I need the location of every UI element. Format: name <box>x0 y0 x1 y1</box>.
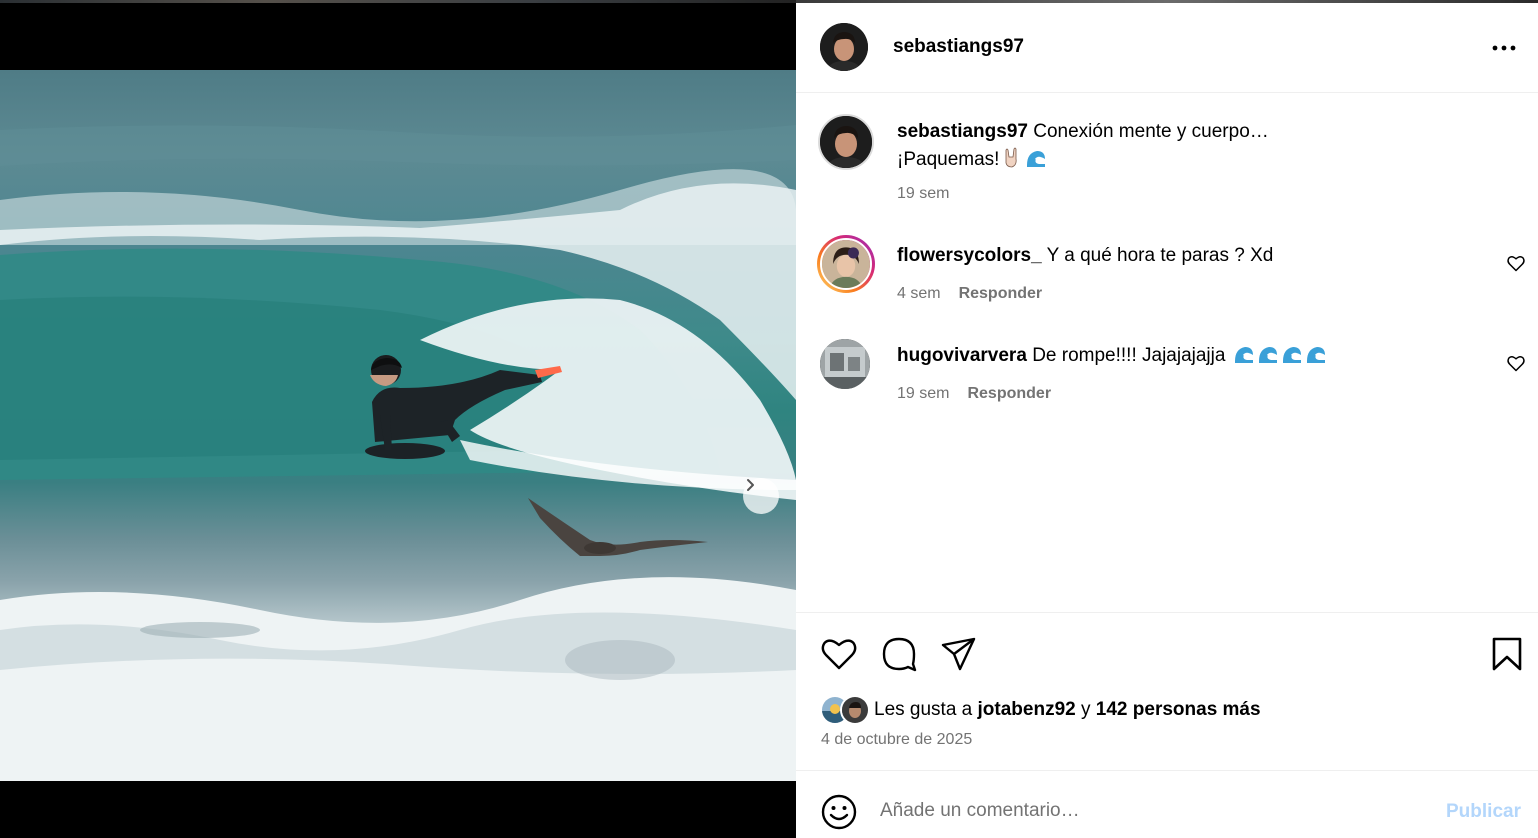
likes-joiner: y <box>1081 699 1091 720</box>
commenter-username[interactable]: hugovivarvera <box>897 345 1027 366</box>
media-viewer <box>0 0 796 838</box>
post-photo <box>0 70 796 781</box>
likes-summary: Les gusta a jotabenz92 y 142 personas má… <box>820 693 1261 727</box>
wave-emoji <box>1027 151 1046 167</box>
chevron-right-icon <box>747 479 754 491</box>
comment-like-heart-icon[interactable] <box>1506 253 1526 273</box>
sign-of-horns-emoji <box>1006 147 1018 168</box>
post-date[interactable]: 4 de octubre de 2025 <box>821 731 972 749</box>
next-image-button[interactable] <box>743 478 779 514</box>
wave-emoji <box>1306 347 1325 363</box>
caption-username[interactable]: sebastiangs97 <box>897 121 1028 142</box>
more-horizontal-icon[interactable] <box>1490 34 1518 62</box>
paper-plane-icon[interactable] <box>940 635 978 673</box>
comment-text: flowersycolors_ Y a qué hora te paras ? … <box>897 242 1273 270</box>
caption-line-2: ¡Paquemas! <box>897 149 1000 170</box>
reply-button[interactable]: Responder <box>959 285 1043 302</box>
publish-button[interactable]: Publicar <box>1446 801 1521 823</box>
background-strip <box>0 0 796 3</box>
post-header: sebastiangs97 <box>796 0 1538 93</box>
commenter-avatar[interactable] <box>820 339 870 389</box>
wave-emoji <box>1234 347 1253 363</box>
author-avatar[interactable] <box>818 114 874 170</box>
likes-text: Les gusta a jotabenz92 y 142 personas má… <box>874 699 1261 721</box>
caption-text: sebastiangs97 Conexión mente y cuerpo… ¡… <box>897 118 1269 174</box>
liker-username[interactable]: jotabenz92 <box>978 699 1076 720</box>
likes-prefix: Les gusta a <box>874 699 973 720</box>
comment-composer: Publicar <box>796 770 1538 838</box>
reply-button[interactable]: Responder <box>967 385 1051 402</box>
wave-emoji <box>1282 347 1301 363</box>
caption-line-1: Conexión mente y cuerpo… <box>1033 121 1269 142</box>
comment-content: Y a qué hora te paras ? Xd <box>1046 245 1274 266</box>
wave-emoji <box>1258 347 1277 363</box>
comment-like-heart-icon[interactable] <box>1506 353 1526 373</box>
author-username[interactable]: sebastiangs97 <box>893 36 1024 58</box>
caption-time[interactable]: 19 sem <box>897 185 949 202</box>
comment-text: hugovivarvera De rompe!!!! Jajajajajja <box>897 342 1327 370</box>
comment-input[interactable] <box>880 795 1420 827</box>
comment-time[interactable]: 19 sem <box>897 385 949 402</box>
comment-content: De rompe!!!! Jajajajajja <box>1032 345 1226 366</box>
caption-meta: 19 sem <box>897 185 967 203</box>
commenter-username[interactable]: flowersycolors_ <box>897 245 1042 266</box>
liker-avatar <box>840 695 870 725</box>
author-avatar[interactable] <box>820 23 868 71</box>
post-side-panel: sebastiangs97 sebastiangs97 Conexión men… <box>796 0 1538 838</box>
commenter-avatar[interactable] <box>817 235 875 293</box>
comment-meta: 19 sem Responder <box>897 385 1069 403</box>
likes-others-link[interactable]: 142 personas más <box>1096 699 1261 720</box>
comment-bubble-icon[interactable] <box>880 635 918 673</box>
bookmark-icon[interactable] <box>1488 635 1526 673</box>
post-actions: Les gusta a jotabenz92 y 142 personas má… <box>796 612 1538 770</box>
comment-time[interactable]: 4 sem <box>897 285 941 302</box>
comment-meta: 4 sem Responder <box>897 285 1060 303</box>
smiley-icon[interactable] <box>820 793 858 831</box>
comments-list: sebastiangs97 Conexión mente y cuerpo… ¡… <box>796 94 1538 612</box>
heart-icon[interactable] <box>820 635 858 673</box>
